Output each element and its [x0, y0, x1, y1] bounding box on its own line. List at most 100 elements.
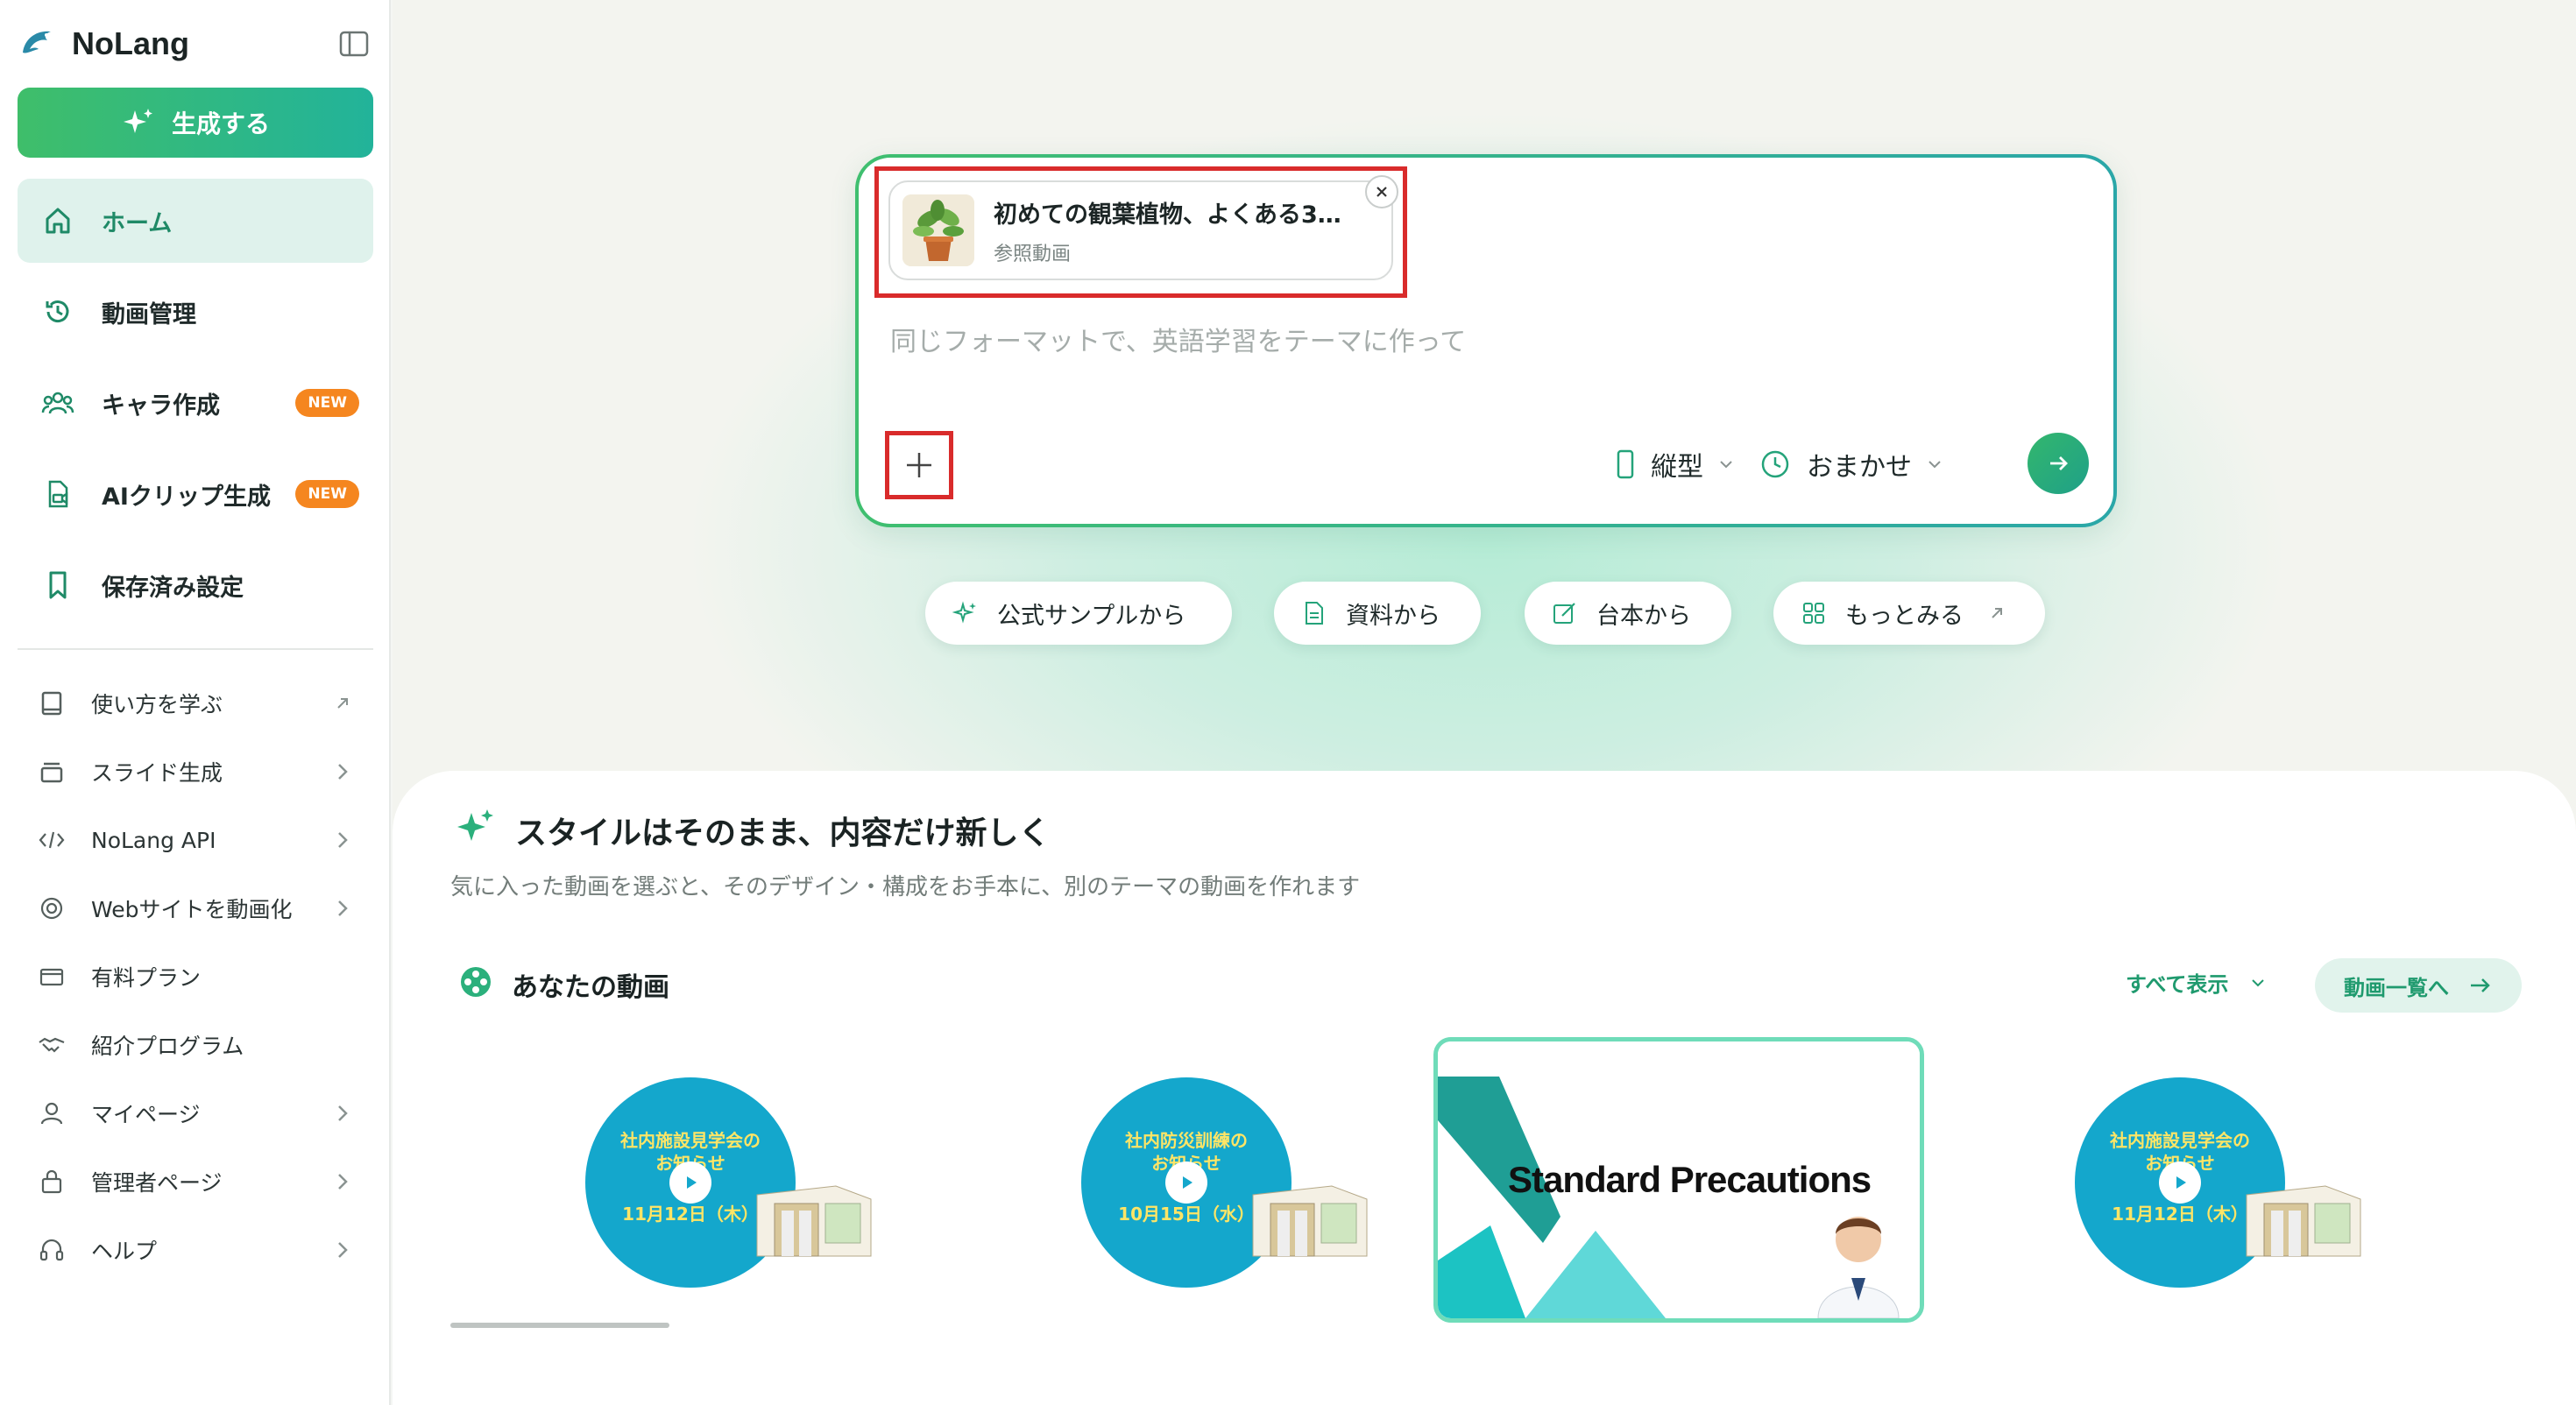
section-title: あなたの動画 — [512, 972, 669, 1003]
nav-label: AIクリップ生成 — [102, 483, 271, 511]
reference-video-chip[interactable]: 初めての観葉植物、よくある3… 参照動画 — [888, 175, 1398, 280]
subnav-label: ヘルプ — [91, 1239, 158, 1264]
subnav-item-website-to-video[interactable]: Webサイトを動画化 — [18, 874, 373, 943]
subnav-label: マイページ — [91, 1102, 201, 1127]
show-all-dropdown[interactable]: すべて表示 — [2126, 967, 2267, 998]
app-name: NoLang — [72, 25, 189, 61]
close-icon[interactable] — [1365, 175, 1398, 208]
sparkle-icon — [123, 109, 152, 133]
plus-icon — [907, 453, 931, 477]
nav-label: 保存済み設定 — [102, 574, 244, 602]
subnav-label: 有料プラン — [91, 965, 202, 991]
video-card-selected[interactable]: Standard Precautions — [1433, 1037, 1924, 1323]
user-icon — [37, 1098, 67, 1128]
show-all-label: すべて表示 — [2126, 972, 2229, 997]
thumbnail-text: 社内施設見学会の — [2110, 1130, 2250, 1151]
reference-title: 初めての観葉植物、よくある3… — [994, 201, 1341, 229]
subnav-item-help[interactable]: ヘルプ — [18, 1216, 373, 1284]
video-card[interactable]: 社内施設見学会の お知らせ 11月12日（木） — [450, 1037, 941, 1323]
chevron-right-icon — [329, 1100, 356, 1126]
document-icon — [1300, 599, 1328, 627]
clock-icon — [1761, 450, 1789, 478]
generate-label: 生成する — [171, 109, 270, 138]
quick-action-label: 台本から — [1596, 602, 1691, 630]
reference-thumbnail — [902, 194, 974, 266]
subnav-item-learn[interactable]: 使い方を学ぶ — [18, 669, 373, 738]
sidebar-toggle-icon[interactable] — [338, 28, 370, 60]
reference-subtitle: 参照動画 — [994, 243, 1072, 265]
subnav-item-api[interactable]: NoLang API — [18, 806, 373, 874]
admin-lock-icon — [37, 1167, 67, 1197]
grid-icon — [1800, 599, 1828, 627]
from-script-button[interactable]: 台本から — [1525, 582, 1731, 645]
subnav-item-paid-plan[interactable]: 有料プラン — [18, 943, 373, 1011]
video-list-label: 動画一覧へ — [2344, 975, 2449, 1000]
see-more-button[interactable]: もっとみる — [1773, 582, 2045, 645]
official-samples-button[interactable]: 公式サンプルから — [925, 582, 1232, 645]
generate-button[interactable]: 生成する — [18, 88, 373, 158]
add-attachment-button[interactable] — [885, 431, 953, 499]
orientation-select[interactable]: 縦型 — [1616, 438, 1735, 491]
nav-item-video-management[interactable]: 動画管理 — [18, 270, 373, 354]
style-reuse-panel: スタイルはそのまま、内容だけ新しく 気に入った動画を選ぶと、そのデザイン・構成を… — [393, 771, 2576, 1405]
orientation-value: 縦型 — [1651, 452, 1703, 483]
video-list-button[interactable]: 動画一覧へ — [2315, 958, 2522, 1013]
nav-label: 動画管理 — [102, 300, 196, 328]
slides-icon — [37, 757, 67, 787]
credit-card-icon — [37, 962, 67, 992]
building-illustration-icon — [2246, 1185, 2361, 1257]
headset-icon — [37, 1235, 67, 1265]
sidebar-divider — [18, 648, 373, 650]
thumbnail-text: 社内防災訓練の — [1125, 1130, 1248, 1151]
prompt-input[interactable] — [888, 298, 2080, 385]
arrow-right-icon — [2050, 456, 2068, 470]
play-icon — [1165, 1161, 1207, 1204]
prompt-card: 初めての観葉植物、よくある3… 参照動画 縦型 おまかせ — [855, 154, 2117, 527]
handshake-icon — [37, 1030, 67, 1060]
duration-value: おまかせ — [1807, 452, 1912, 483]
nav-item-saved-settings[interactable]: 保存済み設定 — [18, 543, 373, 627]
chevron-down-icon — [1928, 461, 1941, 469]
thumbnail-text: 社内施設見学会の — [620, 1130, 761, 1151]
panel-title: スタイルはそのまま、内容だけ新しく — [515, 815, 1051, 851]
subnav-item-admin[interactable]: 管理者ページ — [18, 1147, 373, 1216]
plant-image-icon — [902, 194, 974, 266]
clip-icon — [40, 477, 75, 512]
sparkle-icon — [457, 809, 493, 841]
subnav-label: 管理者ページ — [91, 1170, 223, 1196]
logo[interactable]: NoLang — [18, 16, 377, 72]
phone-icon — [1617, 449, 1634, 479]
duration-select[interactable]: おまかせ — [1759, 438, 1943, 491]
send-button[interactable] — [2028, 433, 2089, 494]
video-card[interactable]: 社内防災訓練の お知らせ 10月15日（水） — [946, 1037, 1437, 1323]
carousel-scrollbar[interactable] — [450, 1323, 669, 1328]
nav-item-home[interactable]: ホーム — [18, 179, 373, 263]
bookmark-icon — [40, 568, 75, 603]
subnav-label: 紹介プログラム — [91, 1034, 244, 1059]
chevron-down-icon — [2252, 978, 2265, 986]
film-reel-icon — [461, 967, 491, 997]
globe-icon — [37, 893, 67, 923]
arrow-right-icon — [2471, 978, 2490, 992]
doctor-avatar-icon — [1817, 1217, 1900, 1318]
subnav-item-my-page[interactable]: マイページ — [18, 1079, 373, 1147]
from-document-button[interactable]: 資料から — [1274, 582, 1481, 645]
code-icon — [37, 825, 67, 855]
subnav-label: 使い方を学ぶ — [91, 692, 223, 717]
users-icon — [40, 385, 75, 420]
video-card[interactable]: 社内施設見学会の お知らせ 11月12日（木） — [1940, 1037, 2431, 1323]
subnav-label: NoLang API — [91, 827, 216, 853]
main-content: 初めての観葉植物、よくある3… 参照動画 縦型 おまかせ — [393, 0, 2576, 1405]
dolphin-logo-icon — [23, 31, 51, 53]
edit-icon — [1551, 599, 1579, 627]
nav-label: キャラ作成 — [102, 392, 220, 420]
external-link-icon — [329, 690, 356, 717]
main-nav: ホーム 動画管理 キャラ作成 NEW AIクリップ生成 NEW 保存済み設定 — [18, 179, 373, 634]
chevron-right-icon — [329, 1237, 356, 1263]
subnav-item-referral[interactable]: 紹介プログラム — [18, 1011, 373, 1079]
chevron-right-icon — [329, 1168, 356, 1195]
nav-item-character[interactable]: キャラ作成 NEW — [18, 361, 373, 445]
nav-item-ai-clip[interactable]: AIクリップ生成 NEW — [18, 452, 373, 536]
subnav-item-slides[interactable]: スライド生成 — [18, 738, 373, 806]
quick-actions: 公式サンプルから 資料から 台本から もっとみる — [393, 582, 2576, 645]
